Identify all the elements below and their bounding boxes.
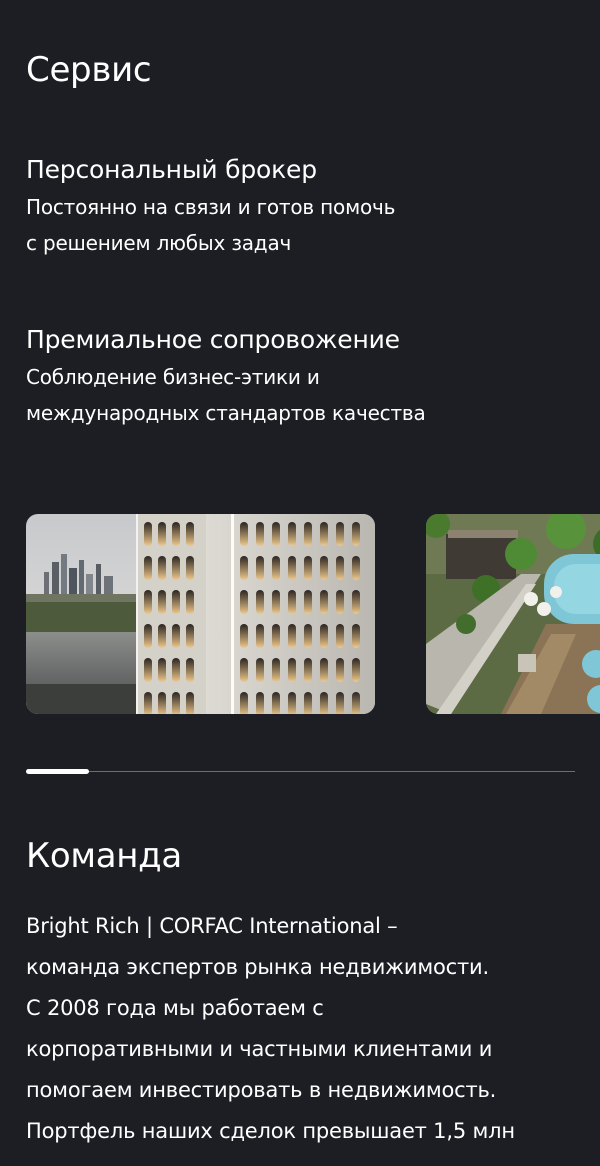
team-description-line: помогаем инвестировать в недвижимость. [26,1078,497,1102]
team-description-line: команда экспертов рынка недвижимости. [26,955,489,979]
service-section-title: Сервис [26,50,152,90]
team-description-line: С 2008 года мы работаем с [26,996,324,1020]
carousel-slide-rooftop[interactable] [426,514,600,714]
service-item-desc-line1: Постоянно на связи и готов помочь [26,195,396,219]
service-item-broker: Персональный брокер Постоянно на связи и… [26,151,566,261]
service-item-desc-line2: международных стандартов качества [26,401,426,425]
building-city-photo [26,514,375,714]
service-item-title: Персональный брокер [26,155,317,184]
carousel-scrollbar-thumb[interactable] [26,769,89,774]
image-carousel[interactable] [0,514,600,714]
service-item-desc-line2: с решением любых задач [26,231,292,255]
team-description-line: Портфель наших сделок превышает 1,5 млн [26,1119,515,1143]
team-description: Bright Rich | CORFAC International – ком… [26,906,586,1152]
service-item-premium-support: Премиальное сопровожение Соблюдение бизн… [26,321,566,431]
team-section-title: Команда [26,836,182,876]
team-description-line: Bright Rich | CORFAC International – [26,914,398,938]
carousel-slide-building[interactable] [26,514,375,714]
service-item-desc-line1: Соблюдение бизнес-этики и [26,365,320,389]
team-description-line: корпоративными и частными клиентами и [26,1037,493,1061]
carousel-scrollbar-track[interactable] [26,771,575,772]
service-item-title: Премиальное сопровожение [26,325,400,354]
rooftop-pool-photo [426,514,600,714]
